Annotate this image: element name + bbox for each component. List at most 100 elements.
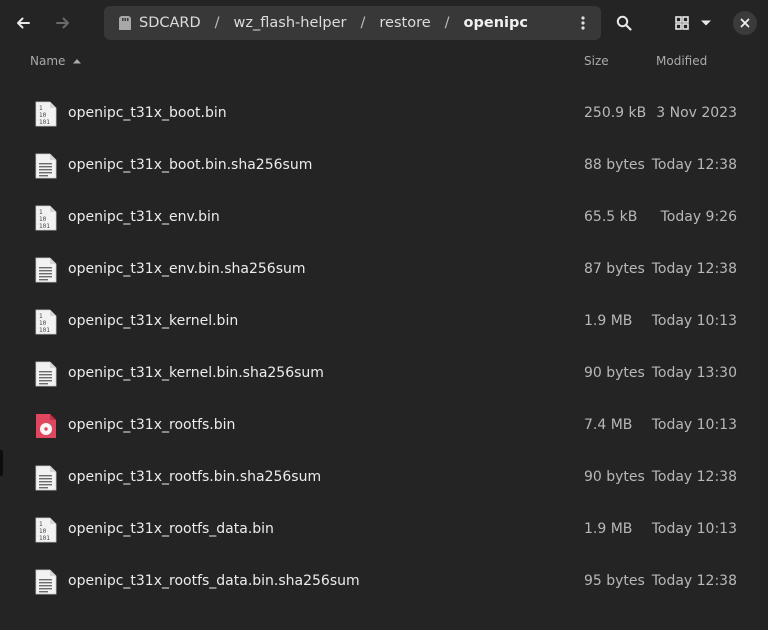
svg-text:101: 101 xyxy=(39,223,50,230)
window-edge-marker xyxy=(0,450,3,476)
column-header: Name Size Modified xyxy=(0,46,768,76)
chevron-down-icon xyxy=(701,20,711,26)
file-size: 7.4 MB xyxy=(584,417,633,433)
column-size-label: Size xyxy=(584,54,609,68)
crumb-openipc[interactable]: openipc xyxy=(464,6,528,40)
file-size: 1.9 MB xyxy=(584,521,633,537)
vertical-dots-icon xyxy=(581,16,585,30)
svg-text:101: 101 xyxy=(39,119,50,126)
text-file-icon xyxy=(34,465,58,491)
file-modified: Today 10:13 xyxy=(651,313,737,329)
column-name[interactable]: Name xyxy=(30,54,82,68)
disc-image-icon xyxy=(34,413,58,439)
crumb-label: restore xyxy=(379,15,431,31)
file-row[interactable]: 1 10 101 openipc_t31x_rootfs_data.bin 1.9… xyxy=(0,504,768,556)
text-file-icon xyxy=(34,153,58,179)
svg-text:1: 1 xyxy=(39,209,43,216)
file-row[interactable]: openipc_t31x_rootfs.bin.sha256sum 90 byte… xyxy=(0,452,768,504)
path-separator: / xyxy=(360,15,366,31)
file-list: 1 10 101 openipc_t31x_boot.bin 250.9 kB 3 … xyxy=(0,88,768,608)
close-icon xyxy=(740,18,750,28)
forward-button[interactable] xyxy=(47,7,79,39)
sort-ascending-icon xyxy=(73,59,82,64)
path-separator: / xyxy=(444,15,450,31)
file-name: openipc_t31x_boot.bin.sha256sum xyxy=(68,157,313,173)
file-modified: Today 12:38 xyxy=(651,261,737,277)
column-name-label: Name xyxy=(30,54,66,68)
file-manager-window: SDCARD / wz_flash-helper / restore / ope… xyxy=(0,0,768,630)
header-bar: SDCARD / wz_flash-helper / restore / ope… xyxy=(0,0,768,46)
back-button[interactable] xyxy=(7,7,39,39)
text-file-icon xyxy=(34,569,58,595)
file-row[interactable]: openipc_t31x_rootfs_data.bin.sha256sum 95… xyxy=(0,556,768,608)
svg-text:1: 1 xyxy=(39,313,43,320)
file-modified: Today 12:38 xyxy=(651,469,737,485)
svg-text:10: 10 xyxy=(39,112,47,119)
file-modified: 3 Nov 2023 xyxy=(656,105,737,121)
binary-file-icon: 1 10 101 xyxy=(34,205,58,231)
crumb-restore[interactable]: restore xyxy=(379,6,430,40)
svg-text:10: 10 xyxy=(39,216,47,223)
file-name: openipc_t31x_rootfs_data.bin.sha256sum xyxy=(68,573,360,589)
file-row[interactable]: 1 10 101 openipc_t31x_boot.bin 250.9 kB 3 … xyxy=(0,88,768,140)
arrow-left-icon xyxy=(17,17,30,29)
file-modified: Today 10:13 xyxy=(651,417,737,433)
text-file-icon xyxy=(34,361,58,387)
crumb-label: openipc xyxy=(463,15,528,31)
file-name: openipc_t31x_env.bin.sha256sum xyxy=(68,261,306,277)
column-size[interactable]: Size xyxy=(584,54,609,68)
file-row[interactable]: openipc_t31x_boot.bin.sha256sum 88 bytes T… xyxy=(0,140,768,192)
file-modified: Today 12:38 xyxy=(651,157,737,173)
file-row[interactable]: openipc_t31x_kernel.bin.sha256sum 90 byte… xyxy=(0,348,768,400)
svg-text:1: 1 xyxy=(39,521,43,528)
file-row[interactable]: openipc_t31x_env.bin.sha256sum 87 bytes To… xyxy=(0,244,768,296)
text-file-icon xyxy=(34,257,58,283)
file-row[interactable]: 1 10 101 openipc_t31x_env.bin 65.5 kB Toda… xyxy=(0,192,768,244)
search-button[interactable] xyxy=(608,7,640,39)
drive-icon xyxy=(119,16,131,30)
crumb-label: SDCARD xyxy=(139,15,201,31)
svg-text:10: 10 xyxy=(39,528,47,535)
svg-text:101: 101 xyxy=(39,327,50,334)
close-button[interactable] xyxy=(733,11,757,35)
crumb-label: wz_flash-helper xyxy=(233,15,347,31)
file-size: 90 bytes xyxy=(584,365,645,381)
file-size: 88 bytes xyxy=(584,157,645,173)
crumb-wz-flash-helper[interactable]: wz_flash-helper xyxy=(234,6,347,40)
file-name: openipc_t31x_rootfs.bin xyxy=(68,417,236,433)
grid-view-icon xyxy=(675,16,689,30)
file-size: 65.5 kB xyxy=(584,209,638,225)
column-modified-label: Modified xyxy=(656,54,708,68)
binary-file-icon: 1 10 101 xyxy=(34,101,58,127)
path-separator: / xyxy=(214,15,220,31)
file-name: openipc_t31x_env.bin xyxy=(68,209,220,225)
file-name: openipc_t31x_boot.bin xyxy=(68,105,227,121)
file-name: openipc_t31x_rootfs.bin.sha256sum xyxy=(68,469,322,485)
search-icon xyxy=(616,15,632,31)
file-modified: Today 9:26 xyxy=(660,209,737,225)
file-size: 1.9 MB xyxy=(584,313,633,329)
file-row[interactable]: openipc_t31x_rootfs.bin 7.4 MB Today 10:13 xyxy=(0,400,768,452)
file-name: openipc_t31x_kernel.bin xyxy=(68,313,239,329)
svg-text:101: 101 xyxy=(39,535,50,542)
file-size: 95 bytes xyxy=(584,573,645,589)
path-menu-button[interactable] xyxy=(571,11,595,35)
file-modified: Today 10:13 xyxy=(651,521,737,537)
file-row[interactable]: 1 10 101 openipc_t31x_kernel.bin 1.9 MB To… xyxy=(0,296,768,348)
view-options-button[interactable] xyxy=(694,7,718,39)
binary-file-icon: 1 10 101 xyxy=(34,517,58,543)
file-size: 90 bytes xyxy=(584,469,645,485)
file-size: 87 bytes xyxy=(584,261,645,277)
svg-text:10: 10 xyxy=(39,320,47,327)
path-bar: SDCARD / wz_flash-helper / restore / ope… xyxy=(104,6,601,40)
crumb-sdcard[interactable]: SDCARD xyxy=(104,6,201,40)
file-size: 250.9 kB xyxy=(584,105,647,121)
file-modified: Today 13:30 xyxy=(651,365,737,381)
file-modified: Today 12:38 xyxy=(651,573,737,589)
file-name: openipc_t31x_kernel.bin.sha256sum xyxy=(68,365,324,381)
svg-text:1: 1 xyxy=(39,105,43,112)
binary-file-icon: 1 10 101 xyxy=(34,309,58,335)
column-modified[interactable]: Modified xyxy=(656,54,707,68)
arrow-right-icon xyxy=(56,17,69,29)
file-name: openipc_t31x_rootfs_data.bin xyxy=(68,521,274,537)
